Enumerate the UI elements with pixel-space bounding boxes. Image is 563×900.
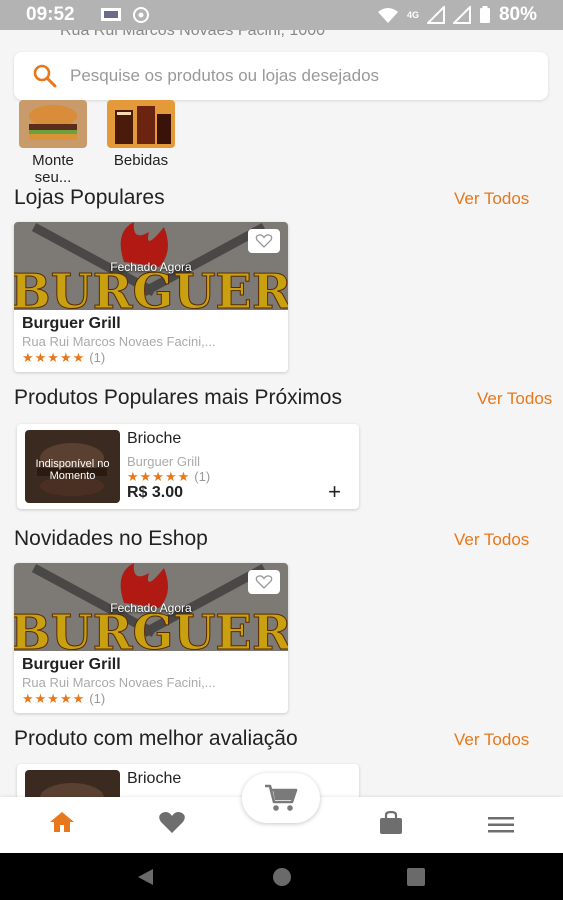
status-notification-icons [100, 6, 150, 24]
nav-home[interactable] [49, 811, 75, 838]
store-status: Fechado Agora [110, 260, 192, 274]
store-status: Fechado Agora [110, 601, 192, 615]
store-address: Rua Rui Marcos Novaes Facini,... [22, 334, 216, 349]
see-all-new-in-shop[interactable]: Ver Todos [454, 530, 529, 550]
home-circle-icon[interactable] [272, 867, 292, 887]
star-rating: ★★★★★ [22, 691, 86, 706]
nav-favorites[interactable] [158, 811, 186, 840]
category-monte-seu[interactable]: Monte seu... [13, 100, 93, 186]
store-banner: BURGUER Fechado Agora [14, 222, 288, 310]
nav-orders[interactable] [379, 810, 403, 840]
wifi-icon [377, 8, 398, 23]
address-text: Rua Rui Marcos Novaes Facini, 1000 [60, 30, 326, 39]
signal-icon [426, 6, 445, 24]
store-card[interactable]: BURGUER Fechado Agora Burguer Grill Rua … [14, 563, 288, 713]
section-title-top-rated: Produto com melhor avaliação [14, 727, 298, 750]
burger-image [19, 100, 87, 148]
menu-icon [488, 817, 514, 833]
sync-icon [133, 7, 149, 23]
product-store: Burguer Grill [127, 454, 200, 469]
back-icon[interactable] [135, 867, 155, 887]
store-name: Burguer Grill [22, 315, 121, 332]
category-bebidas[interactable]: Bebidas [101, 100, 181, 169]
see-all-popular-stores[interactable]: Ver Todos [454, 189, 529, 209]
search-input[interactable] [68, 65, 512, 87]
recents-icon[interactable] [406, 867, 426, 887]
status-time: 09:52 [26, 4, 75, 25]
unavailable-label: Indisponível no Momento [35, 458, 110, 482]
home-icon [50, 812, 74, 832]
review-count: (1) [89, 691, 106, 706]
review-count: (1) [194, 469, 211, 484]
section-title-new-in-shop: Novidades no Eshop [14, 527, 208, 550]
drinks-image [107, 100, 175, 148]
product-price: R$ 3.00 [127, 484, 184, 501]
see-all-popular-products[interactable]: Ver Todos [477, 389, 563, 409]
gallery-icon [101, 8, 121, 21]
system-navigation-bar [0, 853, 563, 900]
product-name: Brioche [127, 430, 182, 447]
status-right: 4G 80% [377, 4, 537, 26]
see-all-top-rated[interactable]: Ver Todos [454, 730, 529, 750]
add-to-cart-button[interactable]: + [328, 481, 341, 503]
store-rating: ★★★★★ (1) [22, 691, 288, 707]
search-icon [33, 64, 57, 88]
battery-level: 80% [498, 4, 537, 25]
address-bar[interactable]: Rua Rui Marcos Novaes Facini, 1000 [0, 30, 563, 44]
favorite-button[interactable] [248, 229, 280, 253]
category-label: Monte seu... [32, 152, 74, 186]
heart-outline-icon [255, 575, 273, 589]
review-count: (1) [89, 350, 106, 365]
battery-icon [479, 6, 490, 23]
star-rating: ★★★★★ [22, 350, 86, 365]
search-bar[interactable] [14, 52, 548, 100]
cart-icon [265, 784, 298, 811]
favorite-button[interactable] [248, 570, 280, 594]
store-card[interactable]: BURGUER Fechado Agora Burguer Grill Rua … [14, 222, 288, 372]
store-name: Burguer Grill [22, 656, 121, 673]
store-address: Rua Rui Marcos Novaes Facini,... [22, 675, 216, 690]
heart-outline-icon [255, 234, 273, 248]
star-rating: ★★★★★ [127, 469, 191, 484]
nav-menu[interactable] [488, 817, 514, 838]
bag-icon [380, 810, 402, 834]
product-image: Indisponível no Momento [25, 430, 120, 503]
category-label: Bebidas [113, 152, 169, 169]
network-label: 4G [406, 10, 419, 20]
store-rating: ★★★★★ (1) [22, 350, 288, 366]
product-name: Brioche [127, 770, 182, 787]
section-title-popular-products: Produtos Populares mais Próximos [14, 386, 342, 409]
section-title-popular-stores: Lojas Populares [14, 186, 165, 209]
store-banner: BURGUER Fechado Agora [14, 563, 288, 651]
cart-button[interactable] [242, 773, 320, 823]
signal-icon-2 [452, 6, 471, 24]
status-bar: 09:52 4G 80% [0, 0, 563, 30]
product-card[interactable]: Indisponível no Momento Brioche Burguer … [17, 424, 359, 509]
heart-icon [159, 812, 185, 833]
product-rating: ★★★★★ (1) [127, 469, 210, 485]
